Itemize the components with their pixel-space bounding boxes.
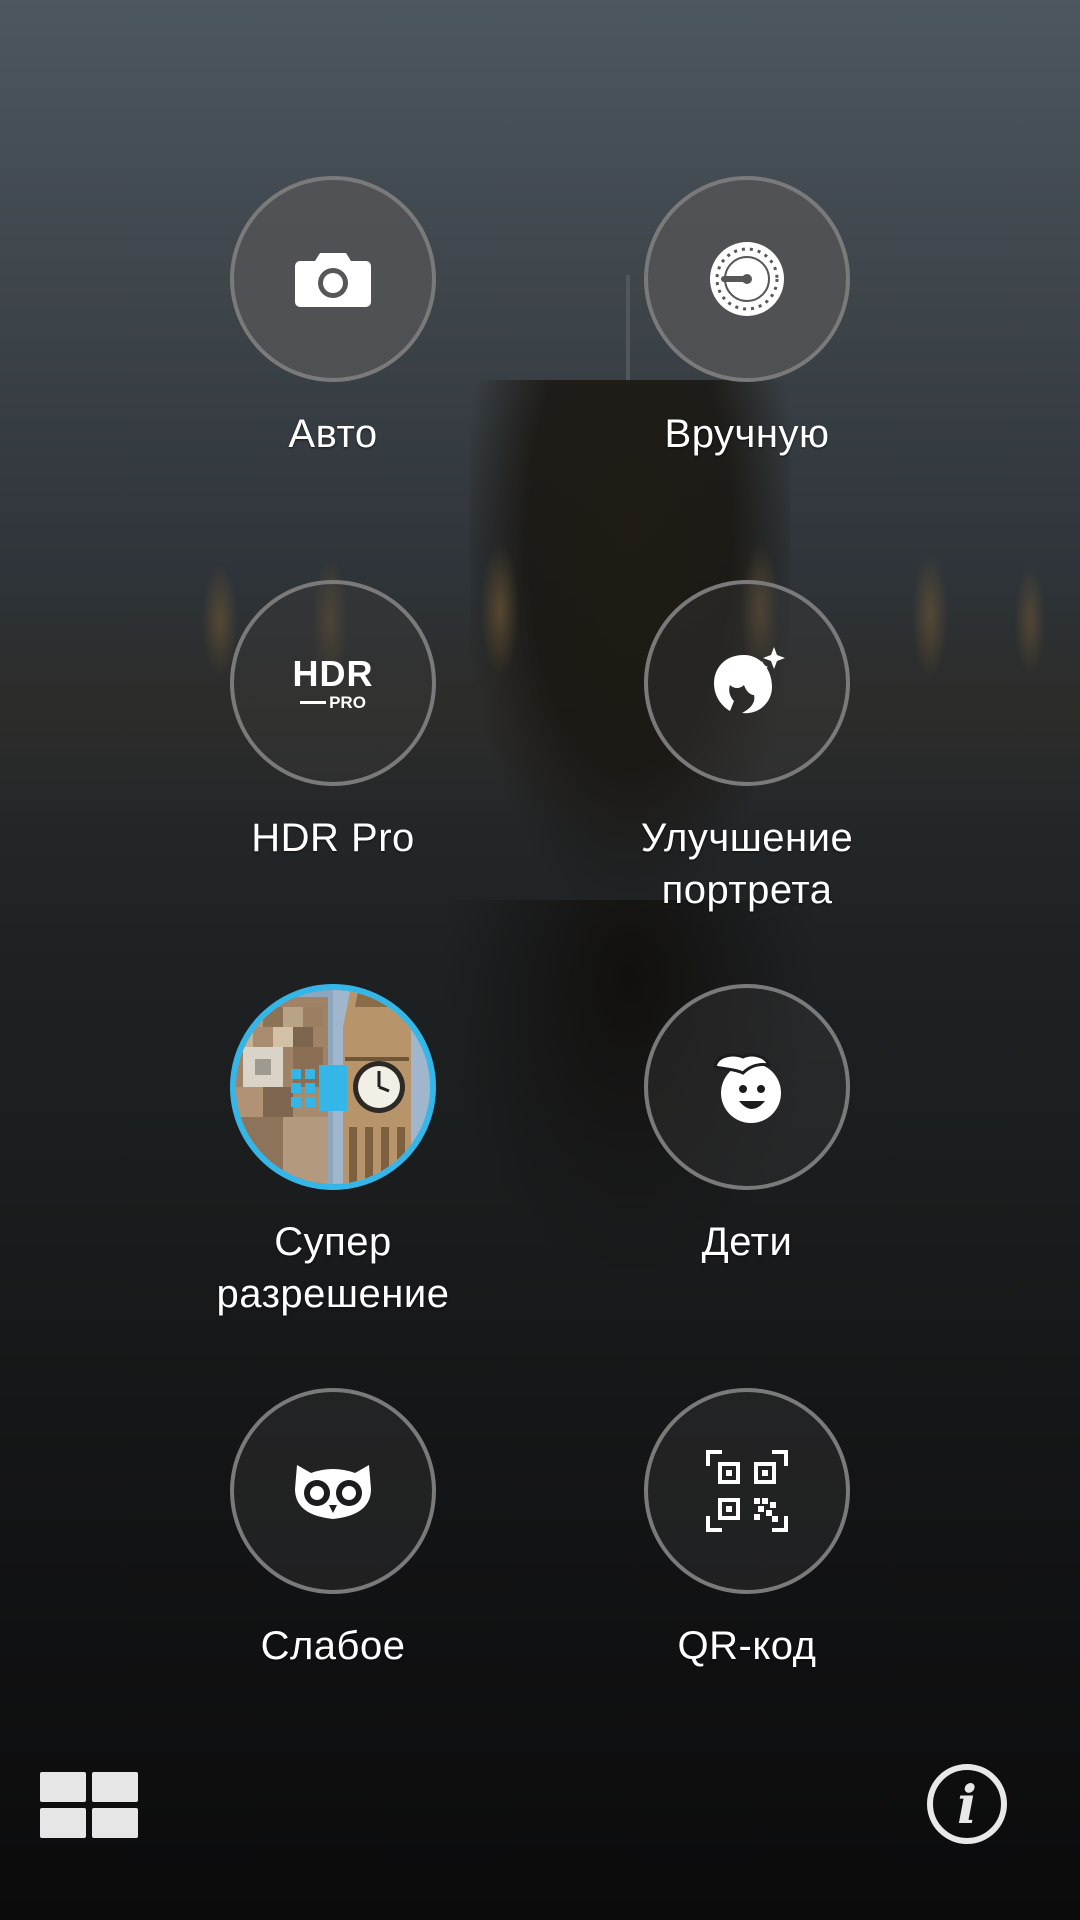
mode-low-light[interactable]: Слабое: [183, 1388, 483, 1672]
mode-hdr-pro[interactable]: HDR PRO HDR Pro: [183, 580, 483, 864]
mode-portrait-enhance[interactable]: Улучшение портрета: [597, 580, 897, 916]
mode-low-light-label: Слабое: [260, 1624, 406, 1668]
mode-low-light-button[interactable]: [230, 1388, 436, 1594]
mode-kids-label: Дети: [701, 1220, 793, 1264]
mode-auto-button[interactable]: [230, 176, 436, 382]
mode-super-resolution-button[interactable]: [230, 984, 436, 1190]
mode-portrait-enhance-label: Улучшение портрета: [640, 816, 854, 912]
grid-view-icon[interactable]: [40, 1772, 138, 1838]
qr-code-icon: [706, 1450, 788, 1532]
mode-super-resolution-label: Супер разрешение: [216, 1220, 450, 1316]
mode-hdr-pro-label: HDR Pro: [251, 816, 415, 860]
info-glyph: i: [957, 1775, 977, 1836]
kid-face-icon: [713, 1053, 781, 1123]
background-photo: [0, 0, 1080, 1920]
mode-qr-code[interactable]: QR-код: [597, 1388, 897, 1672]
mode-auto-label: Авто: [288, 412, 378, 456]
hdr-pro-icon: HDR PRO: [292, 652, 374, 712]
mode-super-resolution[interactable]: Супер разрешение: [183, 984, 483, 1320]
mode-portrait-enhance-button[interactable]: [644, 580, 850, 786]
info-icon[interactable]: i: [926, 1763, 1008, 1845]
mode-kids[interactable]: Дети: [597, 984, 897, 1268]
manual-dial-icon: [710, 242, 784, 316]
mode-auto[interactable]: Авто: [183, 176, 483, 460]
mode-kids-button[interactable]: [644, 984, 850, 1190]
mode-qr-code-button[interactable]: [644, 1388, 850, 1594]
mode-manual-label: Вручную: [664, 412, 830, 456]
mode-qr-code-label: QR-код: [677, 1624, 817, 1668]
owl-icon: [295, 1465, 371, 1519]
mode-manual-button[interactable]: [644, 176, 850, 382]
mode-hdr-pro-button[interactable]: HDR PRO: [230, 580, 436, 786]
mode-manual[interactable]: Вручную: [597, 176, 897, 460]
portrait-enhance-icon: [714, 647, 785, 714]
super-resolution-thumbnail: [236, 990, 430, 1184]
camera-icon: [295, 253, 371, 307]
